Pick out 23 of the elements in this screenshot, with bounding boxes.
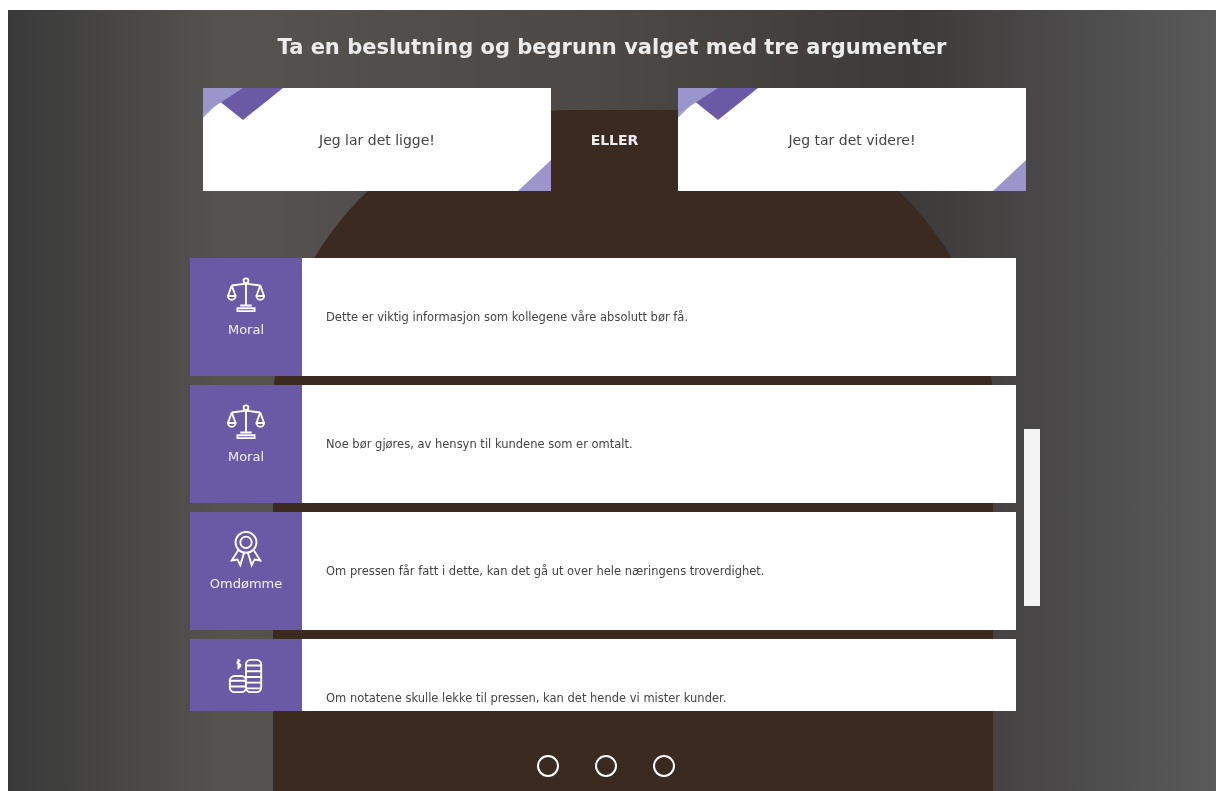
scrollbar-thumb[interactable] [1024,429,1040,606]
page-dot[interactable] [653,755,675,777]
scales-icon [227,403,265,441]
page-dot[interactable] [537,755,559,777]
award-ribbon-icon [227,530,265,568]
category-label: Moral [227,322,265,337]
page-dot[interactable] [595,755,617,777]
argument-text: Om pressen får fatt i dette, kan det gå ut over hele næringens troverdighet. [326,564,765,578]
argument-text: Noe bør gjøres, av hensyn til kundene som er omtalt. [326,437,633,451]
heading: Ta en beslutning og begrunn valget med tre argumenter [276,34,948,61]
choice-button[interactable]: Jeg tar det videre! [678,88,1026,191]
scales-icon [227,276,265,314]
category-label: Moral [227,449,265,464]
coins-icon [227,657,265,695]
separator-label: ELLER [589,131,640,148]
category-label: Omdømme [209,576,283,591]
argument-text: Om notatene skulle lekke til pressen, kan det hende vi mister kunder. [326,691,727,705]
argument-text: Dette er viktig informasjon som kollegene våre absolutt bør få. [326,310,689,324]
argument-card[interactable]: Moral Noe bør gjøres, av hensyn til kundene som er omtalt. [190,385,1016,503]
argument-card[interactable]: Omdømme Om pressen får fatt i dette, kan det gå ut over hele næringens troverdighet. [190,512,1016,630]
argument-card[interactable]: Om notatene skulle lekke til pressen, kan det hende vi mister kunder. [190,639,1016,711]
argument-card[interactable]: Moral Dette er viktig informasjon som kollegene våre absolutt bør få. [190,258,1016,376]
choice-button[interactable]: Jeg lar det ligge! [203,88,551,191]
